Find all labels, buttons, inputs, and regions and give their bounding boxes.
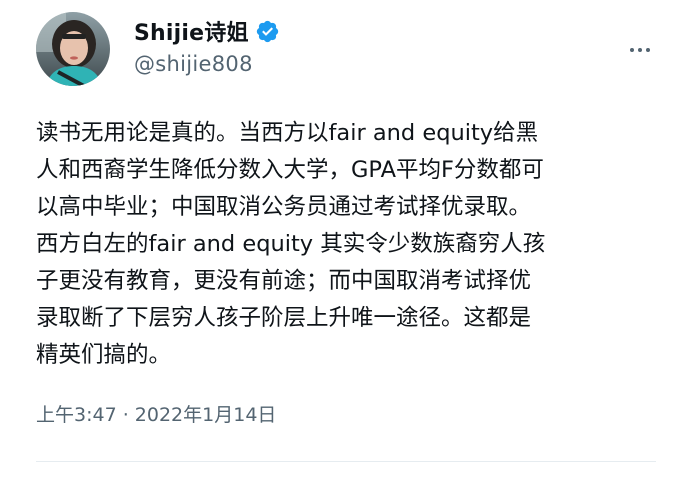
tweet-text-line: 读书无用论是真的。当西方以fair and equity给黑 [36,120,539,146]
profile-photo-icon [36,12,110,86]
author-row: Shijie诗姐 [134,14,280,48]
divider [36,461,656,462]
tweet-text-line: 人和西裔学生降低分数入大学，GPA平均F分数都可 [36,157,544,183]
avatar[interactable] [36,12,110,86]
tweet-text: 读书无用论是真的。当西方以fair and equity给黑 人和西裔学生降低分… [36,115,656,374]
tweet-text-line: 精英们搞的。 [36,342,172,368]
tweet-text-line: 子更没有教育，更没有前途；而中国取消考试择优 [36,268,532,294]
author-handle[interactable]: @shijie808 [134,52,253,76]
verified-badge-icon [255,19,280,44]
display-name[interactable]: Shijie诗姐 [134,15,249,47]
tweet-text-line: 以高中毕业；中国取消公务员通过考试择优录取。 [36,194,532,220]
dot [630,48,634,52]
tweet-card: Shijie诗姐 @shijie808 读书无用论是真的。当西方以fair an… [0,0,690,491]
dot [638,48,642,52]
more-horizontal-icon[interactable] [624,44,656,56]
tweet-timestamp[interactable]: 上午3:47 · 2022年1月14日 [36,400,276,427]
tweet-text-line: 西方白左的fair and equity 其实令少数族裔穷人孩 [36,231,546,257]
dot [646,48,650,52]
tweet-text-line: 录取断了下层穷人孩子阶层上升唯一途径。这都是 [36,305,532,331]
